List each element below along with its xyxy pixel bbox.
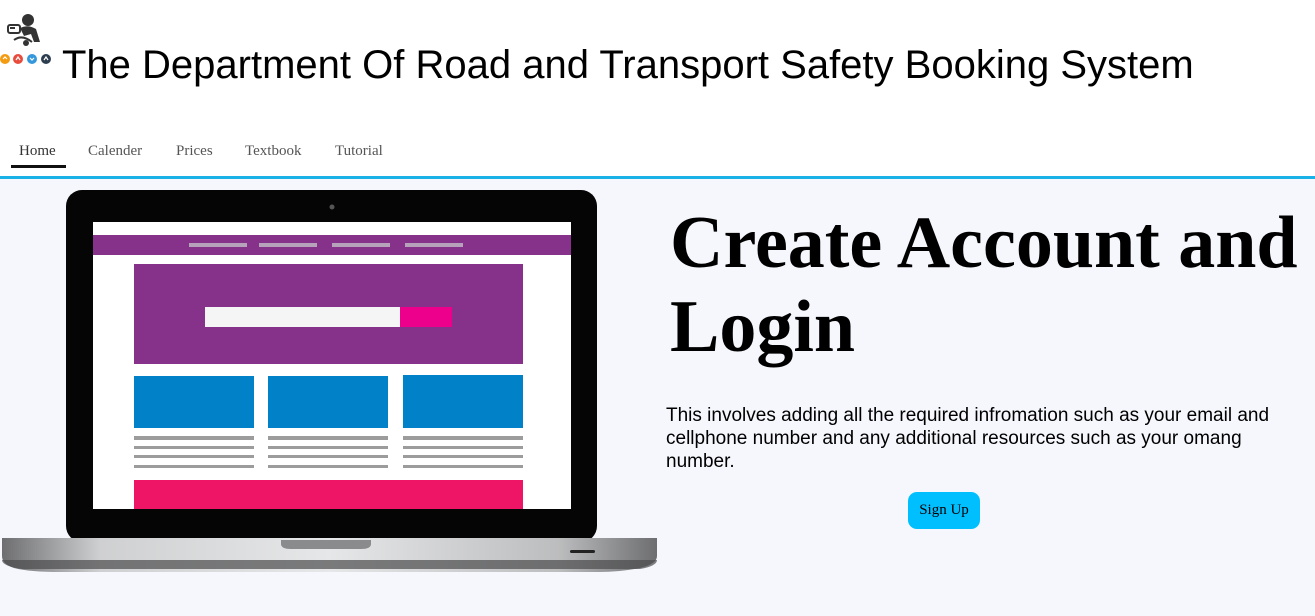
- sign-up-button[interactable]: Sign Up: [908, 492, 980, 529]
- laptop-illustration-icon: [0, 188, 660, 579]
- nav-item-tutorial[interactable]: Tutorial: [335, 138, 383, 168]
- nav-item-prices[interactable]: Prices: [176, 138, 213, 168]
- nav-item-calender[interactable]: Calender: [88, 138, 142, 168]
- main-nav: Home Calender Prices Textbook Tutorial: [0, 138, 1315, 179]
- nav-item-home[interactable]: Home: [19, 138, 56, 168]
- hero-heading: Create Account and Login: [670, 202, 1298, 368]
- road-safety-logo-icon: [0, 12, 60, 74]
- hero-section: Create Account and Login This involves a…: [0, 179, 1315, 616]
- active-tab-indicator: [11, 165, 66, 168]
- site-title: The Department Of Road and Transport Saf…: [62, 43, 1194, 87]
- hero-description: This involves adding all the required in…: [666, 405, 1270, 472]
- nav-item-textbook[interactable]: Textbook: [245, 138, 301, 168]
